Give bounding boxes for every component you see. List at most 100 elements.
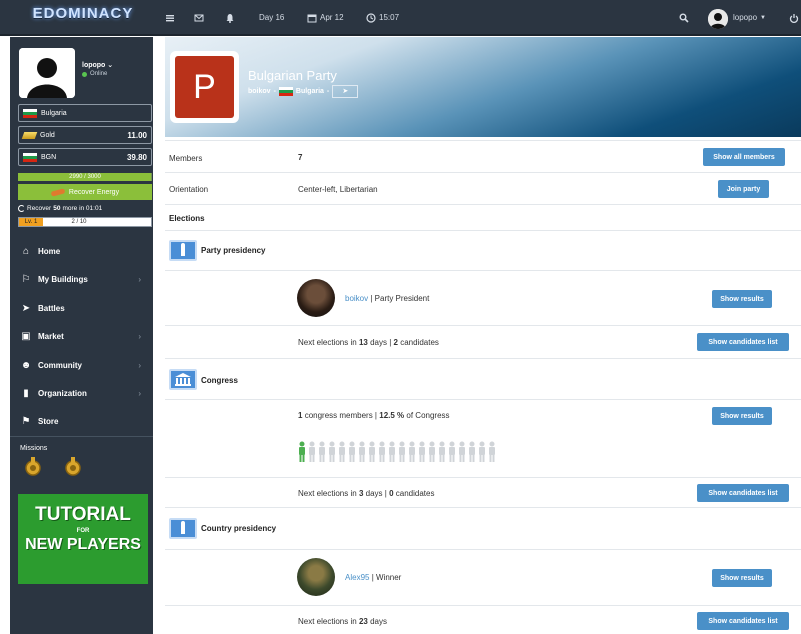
congress-seat-empty-icon: [409, 441, 415, 462]
congress-candidates-button[interactable]: Show candidates list: [697, 484, 789, 502]
sidebar-item-home[interactable]: ⌂ Home: [10, 237, 153, 265]
book-icon: ▮: [23, 387, 29, 399]
profile-avatar[interactable]: [19, 48, 75, 98]
chevron-right-icon: ›: [138, 274, 141, 284]
sidebar-item-battles[interactable]: ➤ Battles: [10, 294, 153, 322]
country-box[interactable]: Bulgaria: [18, 104, 152, 122]
cart-icon: ▣: [21, 330, 31, 342]
energy-bar: 2990 / 3000: [18, 173, 152, 181]
time-display: 15:07: [366, 11, 399, 25]
user-menu-name: lopopo: [733, 13, 758, 22]
congress-next-row: Next elections in 3 days | 0 candidates …: [165, 477, 801, 507]
congress-seat-empty-icon: [399, 441, 405, 462]
elections-header: Elections: [165, 204, 801, 230]
congress-seat-empty-icon: [339, 441, 345, 462]
mail-icon[interactable]: [194, 11, 204, 25]
elections-label: Elections: [169, 214, 205, 223]
online-status: Online: [82, 71, 107, 77]
country-president-row: Alex95 | Winner Show results: [165, 549, 801, 605]
country-presidency-next-row: Next elections in 23 days Show candidate…: [165, 605, 801, 634]
congress-seat-empty-icon: [459, 441, 465, 462]
party-name: Bulgarian Party: [248, 68, 337, 83]
party-presidency-next-elections: Next elections in 13 days | 2 candidates: [298, 338, 439, 347]
bulgaria-flag-icon: [23, 152, 37, 162]
orientation-label: Orientation: [169, 185, 209, 194]
day-counter: Day 16: [259, 13, 285, 22]
power-icon[interactable]: [789, 11, 799, 25]
members-label: Members: [169, 154, 203, 163]
energy-value: 2990 / 3000: [69, 174, 101, 180]
congress-seat-empty-icon: [389, 441, 395, 462]
members-row: Members 7 Show all members: [165, 140, 801, 172]
party-logo: P: [170, 51, 239, 123]
party-leader-link[interactable]: boikov: [248, 88, 271, 95]
congress-seat-empty-icon: [429, 441, 435, 462]
app-logo[interactable]: EDOMINACY: [28, 5, 138, 31]
party-country-link[interactable]: Bulgaria: [296, 88, 324, 95]
chevron-down-icon: ▼: [760, 15, 766, 21]
main-content: P Bulgarian Party boikov - Bulgaria - ➤ …: [165, 37, 801, 634]
congress-header: Congress: [165, 358, 801, 399]
sidebar-item-my-buildings[interactable]: ⚐ My Buildings ›: [10, 265, 153, 293]
date-display: Apr 12: [307, 11, 344, 25]
congress-seat-empty-icon: [309, 441, 315, 462]
bell-icon[interactable]: [225, 11, 235, 25]
party-subtitle: boikov - Bulgaria - ➤: [248, 85, 359, 98]
flag-icon: ⚐: [21, 273, 31, 285]
gift-icon: ⚑: [21, 415, 31, 427]
congress-seat-empty-icon: [349, 441, 355, 462]
sidebar-item-store[interactable]: ⚑ Store: [10, 407, 153, 435]
country-presidency-candidates-button[interactable]: Show candidates list: [697, 612, 789, 630]
recover-timer: Recover 50 more in 01:01: [18, 205, 102, 212]
location-arrow-icon[interactable]: ➤: [332, 85, 359, 98]
country-president-avatar[interactable]: [297, 558, 335, 596]
profile-username[interactable]: lopopo ⌄: [82, 61, 113, 69]
recover-energy-button[interactable]: Recover Energy: [18, 184, 152, 200]
refresh-icon: [18, 205, 25, 212]
party-banner: P Bulgarian Party boikov - Bulgaria - ➤: [165, 37, 801, 137]
congress-seat-empty-icon: [489, 441, 495, 462]
party-president-avatar[interactable]: [297, 279, 335, 317]
sidebar-item-community[interactable]: ☻ Community ›: [10, 351, 153, 379]
top-bar: EDOMINACY Day 16 Apr 12 15:07 lopopo ▼: [0, 0, 801, 36]
party-presidency-results-button[interactable]: Show results: [712, 290, 772, 308]
mission-medal-icon[interactable]: [22, 457, 44, 479]
congress-seat-empty-icon: [469, 441, 475, 462]
congress-next-elections: Next elections in 3 days | 0 candidates: [298, 489, 435, 498]
party-presidency-candidates-button[interactable]: Show candidates list: [697, 333, 789, 351]
country-president-link[interactable]: Alex95: [345, 573, 369, 582]
congress-results-button[interactable]: Show results: [712, 407, 772, 425]
user-avatar[interactable]: [708, 9, 728, 29]
congress-seat-empty-icon: [379, 441, 385, 462]
tutorial-banner[interactable]: TUTORIAL FOR NEW PLAYERS: [18, 494, 148, 584]
clock-icon: [366, 13, 376, 23]
date-text: Apr 12: [320, 13, 344, 22]
search-icon[interactable]: [679, 11, 689, 25]
menu-toggle-icon[interactable]: [165, 11, 175, 25]
congress-seat-empty-icon: [419, 441, 425, 462]
congress-seat-empty-icon: [369, 441, 375, 462]
sidebar-item-organization[interactable]: ▮ Organization ›: [10, 379, 153, 407]
country-president-info: Alex95 | Winner: [345, 573, 402, 582]
show-all-members-button[interactable]: Show all members: [703, 148, 785, 166]
mission-medal-icon[interactable]: [62, 457, 84, 479]
gold-box: Gold 11.00: [18, 126, 152, 144]
gold-bar-icon: [21, 131, 38, 139]
food-icon: [50, 187, 66, 197]
country-presidency-header: Country presidency: [165, 507, 801, 549]
join-party-button[interactable]: Join party: [718, 180, 769, 198]
country-presidency-results-button[interactable]: Show results: [712, 569, 772, 587]
plane-icon: ➤: [21, 302, 31, 314]
congress-seat-empty-icon: [439, 441, 445, 462]
currency-box: BGN 39.80: [18, 148, 152, 166]
online-dot-icon: [82, 71, 87, 77]
gold-value: 11.00: [127, 130, 147, 140]
congress-members-row: 1 congress members | 12.5 % of Congress …: [165, 399, 801, 431]
user-menu[interactable]: lopopo ▼: [733, 11, 766, 25]
party-president-link[interactable]: boikov: [345, 294, 368, 303]
members-value: 7: [298, 153, 303, 162]
party-president-row: boikov | Party President Show results: [165, 270, 801, 325]
congress-seat-empty-icon: [479, 441, 485, 462]
chevron-right-icon: ›: [138, 360, 141, 370]
sidebar-item-market[interactable]: ▣ Market ›: [10, 322, 153, 350]
